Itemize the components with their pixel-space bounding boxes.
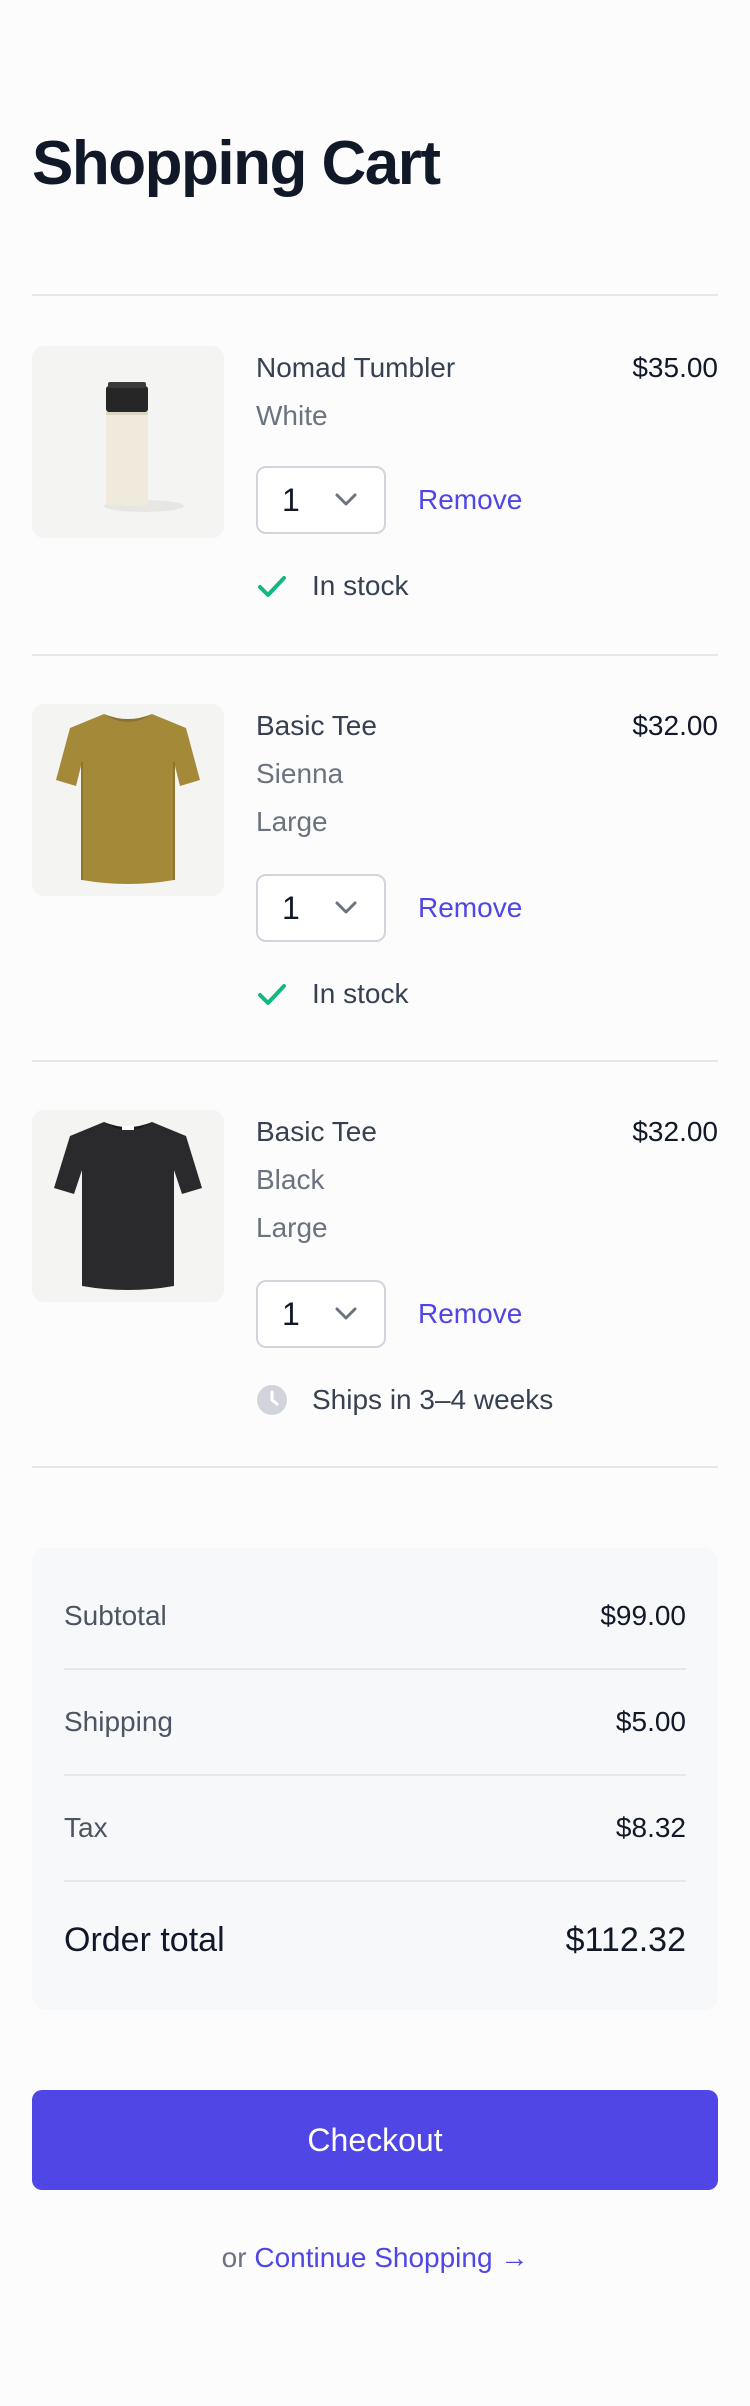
summary-row-total: Order total $112.32 [64, 1920, 686, 1960]
product-image-tumbler[interactable] [32, 346, 224, 538]
quantity-select[interactable]: 1 [256, 874, 386, 942]
quantity-value: 1 [282, 482, 300, 518]
quantity-value: 1 [282, 1296, 300, 1332]
cart-item: Basic Tee $32.00 Sienna Large 1 Remove I… [32, 704, 718, 1014]
item-price: $32.00 [632, 1116, 718, 1147]
divider [64, 1880, 686, 1882]
continue-shopping-row: or Continue Shopping → [32, 2238, 718, 2278]
item-size: Large [256, 1212, 328, 1243]
chevron-down-icon [335, 901, 357, 914]
cart-item: Basic Tee $32.00 Black Large 1 Remove Sh… [32, 1110, 718, 1420]
item-name[interactable]: Basic Tee [256, 1112, 377, 1152]
item-size: Large [256, 806, 328, 837]
divider [32, 1466, 718, 1468]
summary-row-shipping: Shipping $5.00 [64, 1702, 686, 1742]
quantity-value: 1 [282, 890, 300, 926]
divider [32, 1060, 718, 1062]
summary-row-tax: Tax $8.32 [64, 1808, 686, 1848]
order-summary: Subtotal $99.00 Shipping $5.00 Tax $8.32… [32, 1548, 718, 2010]
summary-label: Shipping [64, 1706, 173, 1737]
item-name[interactable]: Basic Tee [256, 706, 377, 746]
item-price: $35.00 [632, 352, 718, 383]
summary-value: $5.00 [615, 1706, 686, 1737]
continue-shopping-link[interactable]: Continue Shopping → [254, 2242, 528, 2273]
divider [32, 294, 718, 296]
checkout-button[interactable]: Checkout [32, 2090, 718, 2190]
product-image-tee-sienna[interactable] [32, 704, 224, 896]
check-icon [258, 984, 286, 1005]
divider [64, 1774, 686, 1776]
stock-text: In stock [312, 978, 409, 1009]
continue-prefix: or [221, 2242, 247, 2273]
remove-button[interactable]: Remove [418, 480, 522, 520]
order-total-value: $112.32 [565, 1921, 686, 1959]
item-color: White [256, 400, 328, 431]
item-name[interactable]: Nomad Tumbler [256, 348, 455, 388]
check-icon [258, 576, 286, 597]
summary-label: Tax [64, 1812, 108, 1843]
chevron-down-icon [335, 493, 357, 506]
remove-button[interactable]: Remove [418, 1294, 522, 1334]
page-title: Shopping Cart [32, 129, 441, 198]
divider [64, 1668, 686, 1670]
chevron-down-icon [335, 1307, 357, 1320]
product-image-tee-black[interactable] [32, 1110, 224, 1302]
remove-button[interactable]: Remove [418, 888, 522, 928]
stock-text: Ships in 3–4 weeks [312, 1384, 554, 1415]
summary-value: $99.00 [600, 1600, 686, 1631]
cart-item: Nomad Tumbler $35.00 White 1 Remove In s… [32, 346, 718, 606]
clock-icon [257, 1385, 287, 1415]
summary-row-subtotal: Subtotal $99.00 [64, 1596, 686, 1636]
item-color: Sienna [256, 758, 344, 789]
stock-text: In stock [312, 570, 409, 601]
item-price: $32.00 [632, 710, 718, 741]
item-color: Black [256, 1164, 325, 1195]
quantity-select[interactable]: 1 [256, 1280, 386, 1348]
summary-label: Subtotal [64, 1600, 167, 1631]
order-total-label: Order total [64, 1921, 225, 1959]
quantity-select[interactable]: 1 [256, 466, 386, 534]
divider [32, 654, 718, 656]
summary-value: $8.32 [615, 1812, 686, 1843]
